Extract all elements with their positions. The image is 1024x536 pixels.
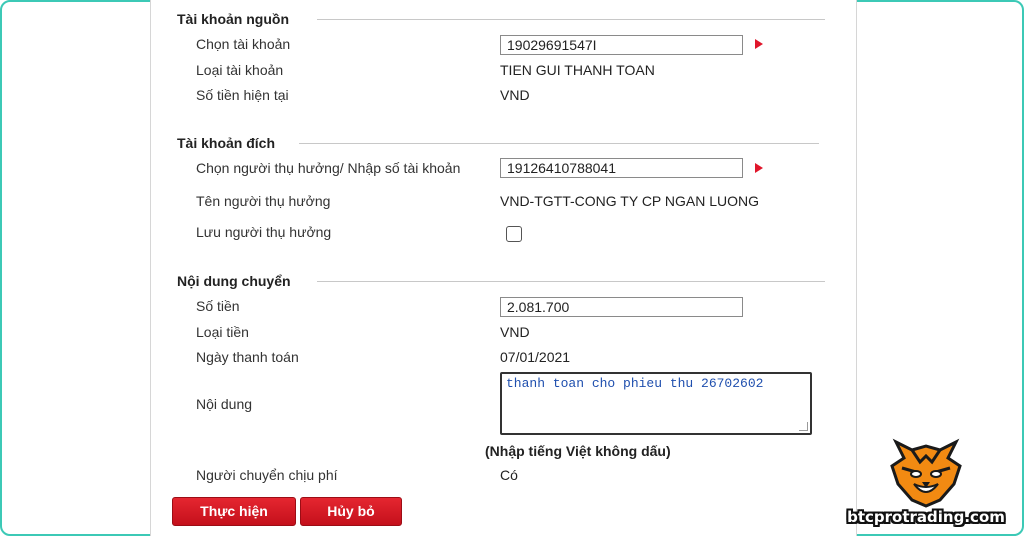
watermark-logo: btcprotrading.com [836,430,1016,530]
transfer-form-panel: Tài khoản nguồn Chọn tài khoản 190296915… [150,0,857,536]
content-note: (Nhập tiếng Việt không dấu) [485,443,671,459]
brand-text: btcprotrading.com [847,508,1005,526]
beneficiary-arrow-icon[interactable] [755,163,763,173]
beneficiary-name-value: VND-TGTT-CONG TY CP NGAN LUONG [500,193,760,209]
section-divider [317,281,825,282]
payment-date-label: Ngày thanh toán [196,349,299,365]
current-balance-label: Số tiền hiện tại [196,87,289,103]
currency-label: Loại tiền [196,324,249,340]
account-type-value: TIEN GUI THANH TOAN [500,62,655,78]
beneficiary-label: Chọn người thụ hưởng/ Nhập số tài khoản [196,160,461,176]
resize-handle-icon[interactable] [799,422,808,431]
save-beneficiary-label: Lưu người thụ hưởng [196,224,332,240]
account-type-label: Loại tài khoản [196,62,284,78]
section-title-source: Tài khoản nguồn [177,11,289,27]
payment-date-value: 07/01/2021 [500,349,571,365]
section-title-destination: Tài khoản đích [177,135,276,151]
cancel-button[interactable]: Hủy bỏ [300,497,402,526]
currency-value: VND [500,324,530,340]
content-label: Nội dung [196,396,253,412]
tiger-logo-icon [890,438,962,508]
section-title-transfer: Nội dung chuyển [177,273,291,289]
content-textarea[interactable]: thanh toan cho phieu thu 26702602 [500,372,812,435]
select-account-label: Chọn tài khoản [196,36,291,52]
select-account-input[interactable]: 19029691547I [500,35,743,55]
beneficiary-name-label: Tên người thụ hưởng [196,193,331,209]
amount-label: Số tiền [196,298,240,314]
fee-payer-value: Có [500,467,518,483]
fee-payer-label: Người chuyển chịu phí [196,467,338,483]
content-text: thanh toan cho phieu thu 26702602 [506,376,764,391]
save-beneficiary-checkbox[interactable] [506,226,522,242]
section-divider [317,19,825,20]
current-balance-value: VND [500,87,530,103]
amount-input[interactable]: 2.081.700 [500,297,743,317]
submit-button[interactable]: Thực hiện [172,497,296,526]
section-divider [299,143,819,144]
beneficiary-account-input[interactable]: 19126410788041 [500,158,743,178]
select-account-arrow-icon[interactable] [755,39,763,49]
